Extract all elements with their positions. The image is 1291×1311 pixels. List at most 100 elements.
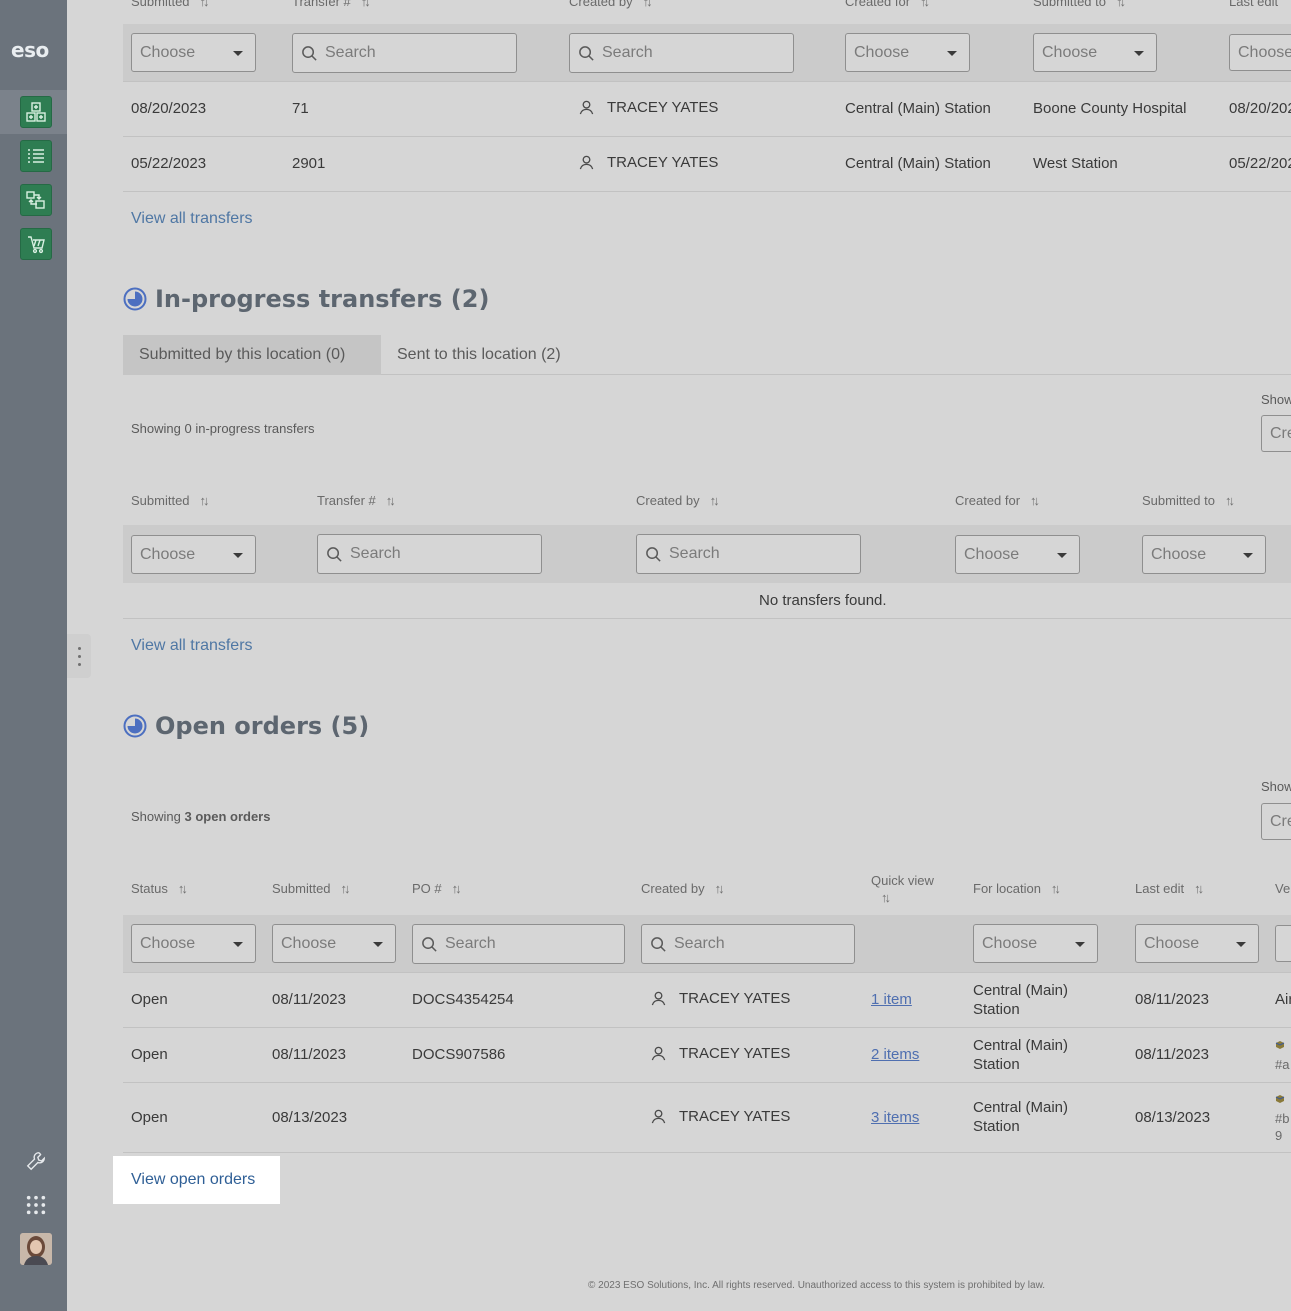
sort-icon[interactable]: ↑↓	[1051, 881, 1061, 896]
tab-submitted-by-location[interactable]: Submitted by this location (0)	[123, 335, 381, 375]
col-header-transfer[interactable]: Transfer # ↑↓	[317, 493, 396, 508]
cell-status: Open	[131, 1109, 168, 1126]
last-edit-filter-select[interactable]: Choose	[1229, 34, 1291, 71]
col-header-for-location[interactable]: For location ↑↓	[973, 881, 1061, 896]
view-open-orders-link[interactable]: View open orders	[113, 1156, 280, 1204]
sort-icon[interactable]: ↑↓	[200, 493, 210, 508]
apps-grid-icon[interactable]	[22, 1191, 50, 1219]
quick-view-link[interactable]: 2 items	[871, 1046, 919, 1063]
show-label: Show	[1261, 779, 1291, 794]
cell-transfer: 2901	[292, 155, 326, 172]
sort-icon[interactable]: ↑↓	[361, 0, 371, 9]
sort-icon[interactable]: ↑↓	[178, 881, 188, 896]
eso-logo: eso	[11, 38, 49, 62]
col-header-last-edit[interactable]: Last edit	[1229, 0, 1278, 9]
chevron-down-icon	[1057, 553, 1067, 558]
submitted-to-filter-select[interactable]: Choose	[1033, 33, 1157, 72]
created-by-search-input[interactable]: Search	[569, 33, 794, 73]
view-all-transfers-link[interactable]: View all transfers	[131, 210, 253, 228]
col-header-created-by[interactable]: Created by ↑↓	[641, 881, 725, 896]
quick-view-link[interactable]: 3 items	[871, 1109, 919, 1126]
po-search-input[interactable]: Search	[412, 924, 625, 964]
cell-created-by: TRACEY YATES	[578, 154, 718, 171]
submitted-filter-select[interactable]: Choose	[131, 33, 256, 72]
in-progress-sort-select[interactable]: Cre	[1261, 415, 1291, 452]
cell-submitted: 05/22/2023	[131, 155, 207, 172]
transfer-icon[interactable]	[20, 184, 52, 216]
sort-icon[interactable]: ↑↓	[881, 890, 891, 905]
created-by-search-input[interactable]: Search	[636, 534, 861, 574]
created-for-filter-select[interactable]: Choose	[845, 33, 970, 72]
col-header-created-by[interactable]: Created by ↑↓	[569, 0, 653, 9]
cell-location: Central (Main) Station	[973, 982, 1069, 1018]
sort-icon[interactable]: ↑↓	[341, 881, 351, 896]
sidebar-collapse-handle[interactable]	[67, 634, 91, 678]
vendor-filter-select[interactable]	[1275, 925, 1291, 962]
col-header-created-for[interactable]: Created for ↑↓	[955, 493, 1040, 508]
last-edit-filter-select[interactable]: Choose	[1135, 924, 1259, 963]
search-icon	[651, 937, 666, 952]
sort-icon[interactable]: ↑↓	[1194, 881, 1204, 896]
col-header-submitted[interactable]: Submitted ↑↓	[131, 493, 210, 508]
sort-icon[interactable]: ↑↓	[920, 0, 930, 9]
created-for-filter-select[interactable]: Choose	[955, 535, 1080, 574]
chevron-down-icon	[233, 51, 243, 56]
chevron-down-icon	[947, 51, 957, 56]
location-filter-select[interactable]: Choose	[973, 924, 1098, 963]
progress-pie-icon	[123, 714, 147, 738]
empty-state: No transfers found.	[759, 592, 887, 609]
col-header-quick-view[interactable]: Quick view ↑↓	[871, 873, 934, 905]
col-header-submitted-to[interactable]: Submitted to ↑↓	[1142, 493, 1235, 508]
sort-icon[interactable]: ↑↓	[715, 881, 725, 896]
col-header-submitted[interactable]: Submitted ↑↓	[272, 881, 351, 896]
row-divider	[123, 136, 1291, 137]
cell-submitted: 08/13/2023	[272, 1109, 348, 1126]
chevron-down-icon	[1075, 942, 1085, 947]
view-all-transfers-link[interactable]: View all transfers	[131, 637, 253, 655]
cell-created-by: TRACEY YATES	[650, 1045, 790, 1062]
cell-created-for: Central (Main) Station	[845, 155, 991, 172]
cell-vendor: #a	[1275, 1057, 1290, 1072]
cart-icon[interactable]	[20, 228, 52, 260]
col-header-submitted[interactable]: Submitted ↑↓	[131, 0, 210, 9]
col-header-status[interactable]: Status ↑↓	[131, 881, 188, 896]
sort-icon[interactable]: ↑↓	[1116, 0, 1126, 9]
search-icon	[327, 547, 342, 562]
row-divider	[123, 618, 1291, 619]
open-orders-count: Showing 3 open orders	[131, 809, 271, 824]
quick-view-link[interactable]: 1 item	[871, 991, 912, 1008]
sort-icon[interactable]: ↑↓	[386, 493, 396, 508]
in-progress-tabs: Submitted by this location (0) Sent to t…	[123, 335, 1291, 375]
sort-icon[interactable]: ↑↓	[452, 881, 462, 896]
submitted-filter-select[interactable]: Choose	[131, 535, 256, 574]
transfer-search-input[interactable]: Search	[292, 33, 517, 73]
status-filter-select[interactable]: Choose	[131, 924, 256, 963]
avatar[interactable]	[20, 1233, 52, 1265]
row-divider	[123, 972, 1291, 973]
wrench-icon[interactable]	[22, 1147, 50, 1175]
col-header-vendor[interactable]: Ve	[1275, 881, 1290, 896]
list-icon[interactable]	[20, 140, 52, 172]
tab-sent-to-location[interactable]: Sent to this location (2)	[381, 335, 577, 375]
submitted-to-filter-select[interactable]: Choose	[1142, 535, 1266, 574]
dashboard-icon[interactable]	[20, 96, 52, 128]
footer-copyright: © 2023 ESO Solutions, Inc. All rights re…	[588, 1280, 1046, 1291]
chevron-down-icon	[1236, 942, 1246, 947]
created-by-search-input[interactable]: Search	[641, 924, 855, 964]
sort-icon[interactable]: ↑↓	[1030, 493, 1040, 508]
sort-icon[interactable]: ↑↓	[710, 493, 720, 508]
col-header-created-for[interactable]: Created for ↑↓	[845, 0, 930, 9]
col-header-created-by[interactable]: Created by ↑↓	[636, 493, 720, 508]
cell-po: DOCS4354254	[412, 991, 514, 1008]
submitted-filter-select[interactable]: Choose	[272, 924, 396, 963]
chevron-down-icon	[373, 942, 383, 947]
sort-icon[interactable]: ↑↓	[1225, 493, 1235, 508]
transfer-search-input[interactable]: Search	[317, 534, 542, 574]
col-header-transfer[interactable]: Transfer # ↑↓	[292, 0, 371, 9]
col-header-po[interactable]: PO # ↑↓	[412, 881, 462, 896]
col-header-submitted-to[interactable]: Submitted to ↑↓	[1033, 0, 1126, 9]
sort-icon[interactable]: ↑↓	[643, 0, 653, 9]
open-orders-sort-select[interactable]: Cre	[1261, 803, 1291, 840]
sort-icon[interactable]: ↑↓	[200, 0, 210, 9]
col-header-last-edit[interactable]: Last edit ↑↓	[1135, 881, 1204, 896]
